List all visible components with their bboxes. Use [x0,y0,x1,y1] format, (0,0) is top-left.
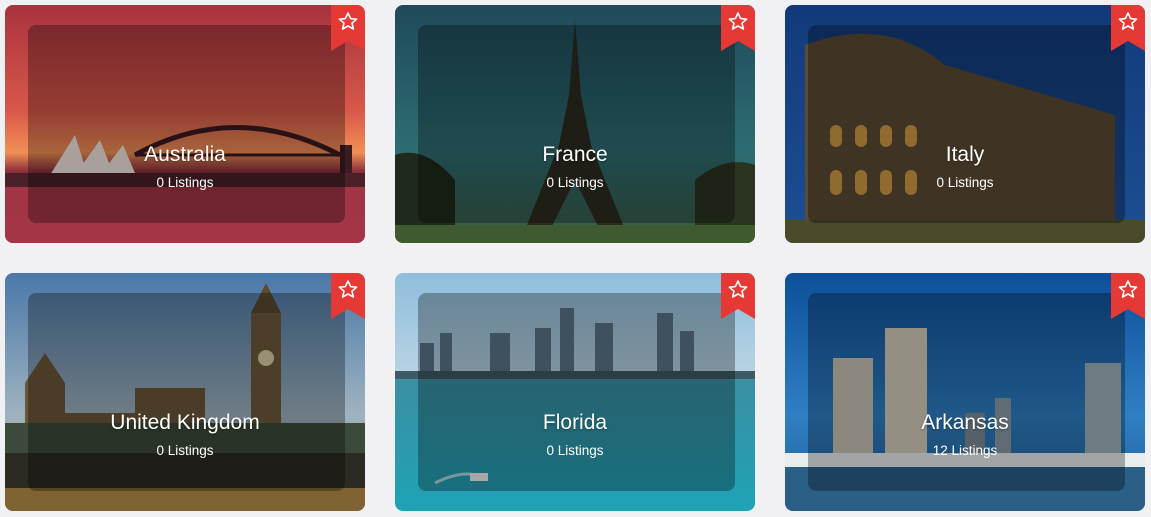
listings-count: 0 Listings [156,443,214,458]
card-overlay [28,293,345,491]
card-overlay [808,25,1125,223]
listings-count: 0 Listings [546,175,604,190]
card-overlay [418,25,735,223]
star-icon [721,273,755,319]
destination-card-france[interactable]: France 0 Listings [395,5,755,243]
destination-card-florida[interactable]: Florida 0 Listings [395,273,755,511]
destination-title: United Kingdom [110,411,260,434]
card-overlay [808,293,1125,491]
bookmark-button[interactable] [331,5,365,51]
destination-card-united-kingdom[interactable]: United Kingdom 0 Listings [5,273,365,511]
bookmark-button[interactable] [721,273,755,319]
bookmark-button[interactable] [1111,273,1145,319]
destination-card-arkansas[interactable]: Arkansas 12 Listings [785,273,1145,511]
destination-card-italy[interactable]: Italy 0 Listings [785,5,1145,243]
star-icon [331,273,365,319]
destination-title: Florida [542,411,608,434]
listings-count: 0 Listings [156,175,214,190]
listings-count: 0 Listings [936,175,994,190]
star-icon [1111,5,1145,51]
star-icon [721,5,755,51]
card-overlay [28,25,345,223]
star-icon [331,5,365,51]
destination-title: France [542,143,608,166]
destination-card-australia[interactable]: Australia 0 Listings [5,5,365,243]
destination-title: Australia [144,143,226,166]
card-overlay [418,293,735,491]
destination-grid: Australia 0 Listings France 0 Listings I… [0,0,1151,517]
bookmark-button[interactable] [331,273,365,319]
destination-title: Italy [945,143,985,166]
listings-count: 12 Listings [932,443,998,458]
listings-count: 0 Listings [546,443,604,458]
destination-title: Arkansas [921,411,1009,434]
star-icon [1111,273,1145,319]
bookmark-button[interactable] [721,5,755,51]
bookmark-button[interactable] [1111,5,1145,51]
